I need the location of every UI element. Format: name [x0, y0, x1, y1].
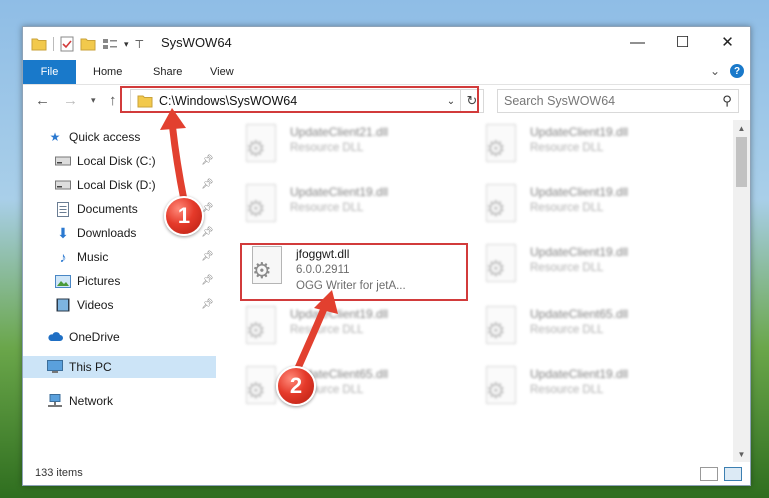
list-item[interactable]: ⚙ UpdateClient19.dll Resource DLL [242, 184, 452, 234]
list-item[interactable]: ⚙ UpdateClient21.dll Resource DLL [242, 124, 452, 174]
music-icon: ♪ [59, 249, 67, 265]
search-input[interactable]: Search SysWOW64 ⚲ [497, 89, 739, 113]
window-title: SysWOW64 [161, 35, 232, 50]
drive-icon [55, 153, 71, 169]
properties-icon[interactable] [60, 36, 74, 52]
videos-icon [55, 297, 71, 313]
nav-item-downloads[interactable]: ⬇ Downloads [55, 222, 136, 244]
pin-icon[interactable]: 📌︎ [201, 275, 214, 286]
details-view-icon[interactable] [700, 467, 718, 481]
list-item[interactable]: ⚙ UpdateClient19.dll Resource DLL [482, 124, 692, 174]
gear-icon: ⚙ [486, 256, 506, 281]
gear-icon: ⚙ [246, 196, 266, 221]
pin-icon[interactable]: 📌︎ [201, 179, 214, 190]
tab-file[interactable]: File [23, 60, 76, 84]
scroll-up-icon[interactable]: ▲ [733, 120, 750, 136]
nav-item-videos[interactable]: Videos [55, 294, 113, 316]
nav-item-quick-access[interactable]: ★ Quick access [47, 126, 141, 148]
documents-icon [55, 201, 71, 217]
pictures-icon [55, 273, 71, 289]
nav-item-onedrive[interactable]: OneDrive [47, 326, 120, 348]
nav-item-local-disk-d[interactable]: Local Disk (D:) [55, 174, 156, 196]
recent-locations-chevron-icon[interactable]: ▾ [91, 95, 96, 106]
toolbar-separator [53, 37, 54, 51]
search-placeholder: Search SysWOW64 [504, 94, 616, 108]
tab-home[interactable]: Home [93, 60, 122, 84]
pin-icon[interactable]: 📌︎ [201, 251, 214, 262]
network-icon [47, 393, 63, 409]
file-highlight-box [240, 243, 468, 301]
drive-icon [55, 177, 71, 193]
gear-icon: ⚙ [246, 378, 266, 403]
address-highlight-box [120, 86, 479, 113]
pin-icon[interactable]: 📌︎ [201, 227, 214, 238]
downloads-icon: ⬇ [57, 224, 69, 241]
gear-icon: ⚙ [486, 318, 506, 343]
step-badge-1: 1 [164, 196, 204, 236]
nav-item-documents[interactable]: Documents [55, 198, 138, 220]
scroll-down-icon[interactable]: ▼ [733, 446, 750, 462]
gear-icon: ⚙ [486, 378, 506, 403]
gear-icon: ⚙ [486, 136, 506, 161]
minimize-button[interactable]: — [615, 27, 660, 57]
gear-icon: ⚙ [246, 318, 266, 343]
nav-item-local-disk-c[interactable]: Local Disk (C:) [55, 150, 156, 172]
list-item[interactable]: ⚙ UpdateClient19.dll Resource DLL [482, 244, 692, 294]
address-row: ← → ▾ ↑ C:\Windows\SysWOW64 ⌄ ↻ Search S… [23, 85, 750, 117]
computer-icon [47, 359, 63, 375]
gear-icon: ⚙ [486, 196, 506, 221]
large-icons-view-icon[interactable] [724, 467, 742, 481]
view-options-icon[interactable] [102, 37, 118, 51]
folder-icon[interactable] [31, 37, 47, 51]
list-item[interactable]: ⚙ UpdateClient19.dll Resource DLL [242, 306, 452, 356]
title-bar: ▾ ⊤ SysWOW64 — ☐ ✕ [23, 27, 750, 60]
vertical-scrollbar[interactable]: ▲ ▼ [733, 120, 750, 462]
pin-icon[interactable]: 📌︎ [201, 299, 214, 310]
nav-item-music[interactable]: ♪ Music [55, 246, 109, 268]
nav-item-pictures[interactable]: Pictures [55, 270, 120, 292]
step-badge-2: 2 [276, 366, 316, 406]
close-button[interactable]: ✕ [705, 27, 750, 57]
list-item[interactable]: ⚙ UpdateClient19.dll Resource DLL [482, 184, 692, 234]
navigation-pane: ★ Quick access Local Disk (C:) Local Dis… [23, 122, 216, 462]
maximize-button[interactable]: ☐ [660, 27, 705, 57]
help-icon[interactable]: ? [730, 64, 744, 78]
customize-toolbar-chevron-icon[interactable]: ▾ [124, 39, 129, 50]
cloud-icon [47, 329, 63, 345]
list-item[interactable]: ⚙ UpdateClient65.dll Resource DLL [482, 306, 692, 356]
status-bar: 133 items [23, 463, 750, 485]
nav-item-network[interactable]: Network [47, 390, 113, 412]
scrollbar-thumb[interactable] [736, 137, 747, 187]
nav-item-this-pc[interactable]: This PC [47, 356, 112, 378]
forward-arrow-icon[interactable]: → [63, 92, 78, 109]
ribbon-expand-chevron-icon[interactable]: ⌄ [710, 64, 720, 78]
list-item[interactable]: ⚙ UpdateClient19.dll Resource DLL [482, 366, 692, 416]
quick-access-toolbar: ▾ ⊤ [31, 35, 144, 53]
back-arrow-icon[interactable]: ← [35, 92, 50, 109]
toolbar-dropdown-icon[interactable]: ⊤ [135, 38, 145, 51]
star-icon: ★ [49, 130, 61, 144]
item-count: 133 items [35, 467, 83, 479]
tab-view[interactable]: View [210, 60, 234, 84]
search-icon[interactable]: ⚲ [716, 93, 738, 109]
gear-icon: ⚙ [246, 136, 266, 161]
pin-icon[interactable]: 📌︎ [201, 155, 214, 166]
tab-share[interactable]: Share [153, 60, 182, 84]
list-item[interactable]: ⚙ UpdateClient65.dll Resource DLL [242, 366, 452, 416]
new-folder-icon[interactable] [80, 37, 96, 51]
up-arrow-icon[interactable]: ↑ [109, 92, 117, 109]
ribbon-tabs: File Home Share View ⌄ ? [23, 60, 750, 85]
